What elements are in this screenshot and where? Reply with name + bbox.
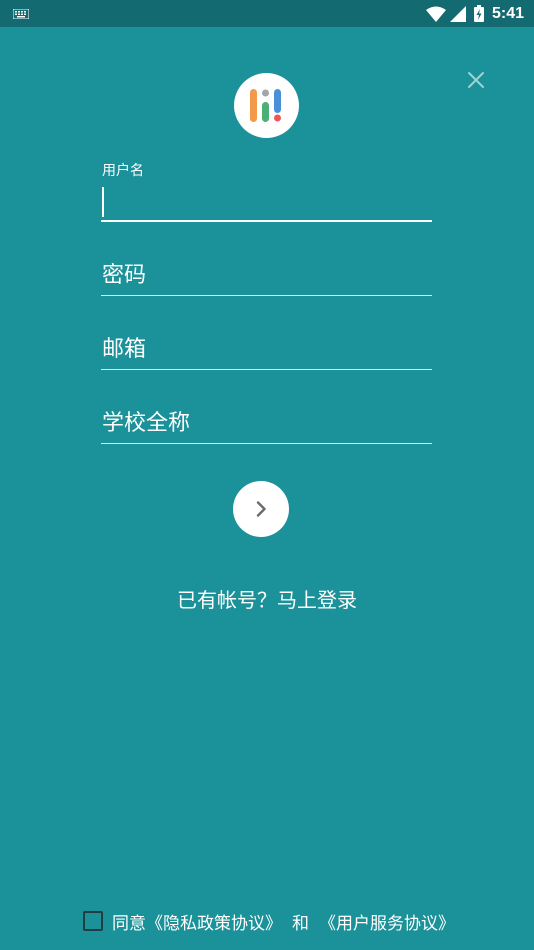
email-input[interactable] bbox=[101, 332, 432, 366]
username-label: 用户名 bbox=[102, 163, 144, 179]
status-icons: 5:41 bbox=[425, 0, 524, 27]
agreement-and: 和 bbox=[292, 913, 309, 934]
privacy-policy-link[interactable]: 《隐私政策协议》 bbox=[146, 909, 282, 934]
text-caret bbox=[102, 187, 104, 217]
login-link[interactable]: 已有帐号？马上登录 bbox=[0, 584, 534, 613]
agreement-checkbox[interactable] bbox=[83, 911, 103, 931]
password-underline bbox=[101, 295, 432, 296]
wifi-icon bbox=[425, 6, 446, 22]
keyboard-icon bbox=[13, 9, 29, 19]
next-button[interactable] bbox=[233, 481, 289, 537]
school-field[interactable] bbox=[101, 406, 432, 444]
status-clock: 5:41 bbox=[491, 4, 524, 22]
agreement-prefix: 同意 bbox=[112, 913, 146, 934]
username-input[interactable] bbox=[101, 186, 432, 220]
signal-icon bbox=[449, 5, 466, 22]
terms-of-service-link[interactable]: 《用户服务协议》 bbox=[319, 909, 455, 934]
battery-charging-icon bbox=[473, 5, 484, 22]
email-underline bbox=[101, 369, 432, 370]
email-field[interactable] bbox=[101, 332, 432, 370]
logo-icon bbox=[250, 89, 281, 122]
close-icon[interactable] bbox=[466, 70, 486, 90]
chevron-right-icon bbox=[256, 501, 266, 517]
password-input[interactable] bbox=[101, 258, 432, 292]
school-input[interactable] bbox=[101, 406, 432, 440]
username-field[interactable]: 用户名 bbox=[101, 160, 432, 222]
password-field[interactable] bbox=[101, 258, 432, 296]
status-bar: 5:41 bbox=[0, 0, 534, 27]
agreement-row: 同意 《隐私政策协议》 和 《用户服务协议》 bbox=[83, 909, 455, 934]
username-underline bbox=[101, 220, 432, 222]
app-logo bbox=[234, 73, 299, 138]
school-underline bbox=[101, 443, 432, 444]
